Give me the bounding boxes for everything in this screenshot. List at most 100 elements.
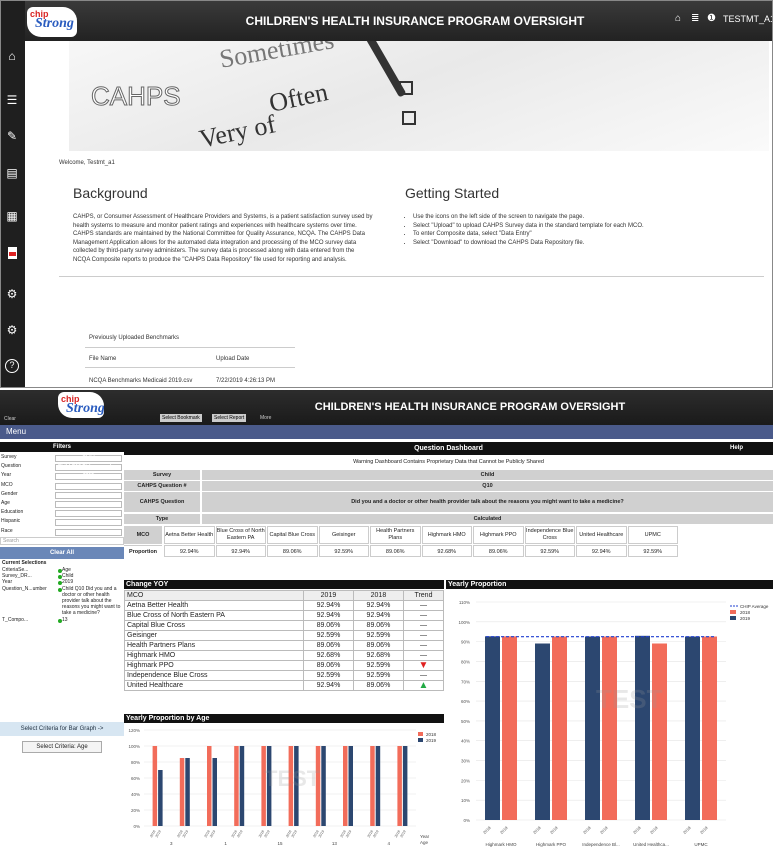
pen-shape xyxy=(359,41,407,98)
bar-2018[interactable] xyxy=(402,746,408,826)
bar-2018[interactable] xyxy=(321,746,326,826)
bar-2018[interactable] xyxy=(602,636,617,820)
search-input[interactable]: Search xyxy=(0,537,124,545)
warning-text: Warning Dashboard Contains Proprietary D… xyxy=(353,459,544,465)
bar-2018[interactable] xyxy=(652,643,667,820)
bar-2018[interactable] xyxy=(375,746,381,826)
banner-text-very-often: Very of xyxy=(196,109,279,151)
bar-2019[interactable] xyxy=(234,746,239,826)
column-header[interactable]: 2018 xyxy=(352,590,404,601)
bar-2019[interactable] xyxy=(485,636,500,820)
list-item: Select "Download" to download the CAHPS … xyxy=(413,239,763,248)
report-dropdown[interactable]: Select Report xyxy=(212,414,247,422)
criteria-select[interactable]: Select Criteria: Age xyxy=(22,741,102,753)
filter-age-value[interactable] xyxy=(55,501,122,508)
table-row: Independence Blue Cross 92.59% 92.59% — xyxy=(124,670,445,681)
clear-all-button[interactable]: Clear All xyxy=(0,547,124,559)
filter-education-value[interactable] xyxy=(55,510,122,518)
x-tick-year: 2018 xyxy=(532,825,542,835)
x-tick-year: 2019 xyxy=(209,829,216,838)
filter-race-value[interactable] xyxy=(55,528,122,536)
info-value: Did you and a doctor or other health pro… xyxy=(202,492,773,512)
bar-2019[interactable] xyxy=(585,636,600,820)
filter-question-value[interactable]: Child Q10 Did you and a... xyxy=(55,464,122,472)
bar-2019[interactable] xyxy=(635,635,650,820)
table-icon[interactable]: ▦ xyxy=(5,209,19,223)
edit-icon[interactable]: ✎ xyxy=(5,129,19,143)
mco-column-header: Health Partners Plans xyxy=(370,526,421,544)
table-row: Capital Blue Cross 89.06% 89.06% — xyxy=(124,620,445,631)
bar-2018[interactable] xyxy=(348,746,354,826)
filter-survey-value[interactable]: Child xyxy=(55,455,122,462)
filter-hispanic-value[interactable] xyxy=(55,519,122,527)
bar-2019[interactable] xyxy=(397,746,402,826)
y-tick-label: 40% xyxy=(461,739,470,744)
bar-2018[interactable] xyxy=(185,758,190,826)
table-cell: Capital Blue Cross xyxy=(124,620,304,631)
background-heading: Background xyxy=(73,185,148,201)
bar-2019[interactable] xyxy=(370,746,375,826)
bar-2018[interactable] xyxy=(158,770,163,826)
help-button[interactable]: Help xyxy=(730,445,743,451)
home-icon[interactable]: ⌂ xyxy=(5,49,19,63)
legend-label: 2018 xyxy=(426,732,437,737)
bar-2018[interactable] xyxy=(552,636,567,820)
settings-icon[interactable]: ⚙ xyxy=(5,287,19,301)
question-dashboard-screen: chip Strong CHILDREN'S HEALTH INSURANCE P… xyxy=(0,390,773,850)
mco-proportion-value: 89.06% xyxy=(267,545,318,557)
x-category-label: 4 xyxy=(388,841,391,846)
bar-2018[interactable] xyxy=(502,636,517,820)
bar-2019[interactable] xyxy=(343,746,348,826)
list-item: Use the icons on the left side of the sc… xyxy=(413,213,763,222)
bar-2019[interactable] xyxy=(685,636,700,820)
info-label: CAHPS Question xyxy=(124,492,200,512)
x-category-label: UPMC xyxy=(694,842,708,847)
document-icon[interactable]: ▤ xyxy=(5,166,19,180)
pdf-icon[interactable] xyxy=(5,247,19,261)
home-icon[interactable]: ⌂ xyxy=(675,13,681,24)
help-icon[interactable]: ? xyxy=(5,359,19,373)
more-button[interactable]: More xyxy=(258,414,273,422)
y-tick-label: 20% xyxy=(461,778,470,783)
column-header[interactable]: 2019 xyxy=(302,590,354,601)
menu-label[interactable]: Menu xyxy=(6,427,26,436)
info-icon[interactable]: ❶ xyxy=(707,13,716,24)
user-name[interactable]: TESTMT_A1 xyxy=(723,14,772,24)
bookmark-dropdown[interactable]: Select Bookmark xyxy=(160,414,202,422)
file-name-value[interactable]: NCQA Benchmarks Medicaid 2019.csv xyxy=(89,377,192,386)
bar-2018[interactable] xyxy=(239,746,245,826)
x-tick-year: 2019 xyxy=(699,825,709,835)
filter-year-value[interactable]: 2019 xyxy=(55,473,122,481)
legend-label: 2019 xyxy=(740,616,751,621)
column-header[interactable]: MCO xyxy=(124,590,304,601)
menu-bar[interactable]: Menu xyxy=(0,425,773,439)
list-icon[interactable]: ☰ xyxy=(5,93,19,107)
yearly-proportion-by-age-chart: 0%20%40%60%80%100%120%20182019320182019 2… xyxy=(128,728,437,846)
x-tick-year: 2019 xyxy=(236,829,243,838)
y-tick-label: 60% xyxy=(461,699,470,704)
column-header[interactable]: Trend xyxy=(402,590,445,601)
banner-text-often: Often xyxy=(266,77,331,118)
settings-alt-icon[interactable]: ⚙ xyxy=(5,323,19,337)
chip-strong-logo: chip Strong xyxy=(58,392,104,418)
clear-button[interactable]: Clear xyxy=(2,415,18,423)
trend-cell: — xyxy=(402,600,445,611)
bar-2019[interactable] xyxy=(179,758,185,826)
x-tick-year: 2019 xyxy=(599,825,609,835)
uploaded-benchmarks-title: Previously Uploaded Benchmarks xyxy=(89,335,180,341)
x-tick-year: 2018 xyxy=(582,825,592,835)
filter-mco-value[interactable] xyxy=(55,482,122,490)
bar-2019[interactable] xyxy=(152,746,158,826)
x-tick-year: 2019 xyxy=(291,829,298,838)
bar-2018[interactable] xyxy=(212,758,218,826)
legend-label: CHIP Average xyxy=(740,604,769,609)
banner-text-sometimes: Sometimes xyxy=(217,41,337,74)
bar-2018[interactable] xyxy=(702,636,717,820)
filter-gender-value[interactable] xyxy=(55,491,122,499)
bar-2019[interactable] xyxy=(535,643,550,820)
table-cell: 92.68% xyxy=(352,650,404,661)
divider xyxy=(85,367,295,368)
bar-2019[interactable] xyxy=(207,746,212,826)
menu-icon[interactable]: ≣ xyxy=(691,13,699,24)
x-tick-year: 2019 xyxy=(372,829,379,838)
